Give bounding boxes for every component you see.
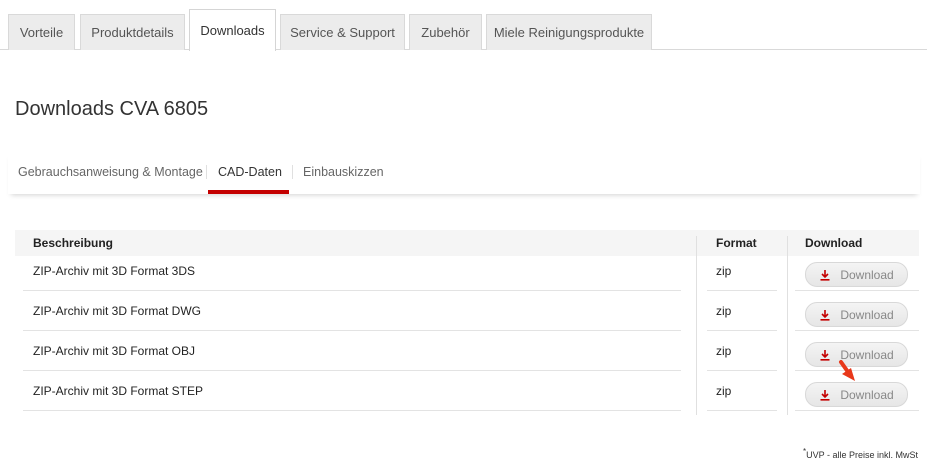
row-divider — [23, 410, 681, 411]
row-description: ZIP-Archiv mit 3D Format OBJ — [33, 344, 196, 358]
subtab-einbauskizzen[interactable]: Einbauskizzen — [303, 152, 384, 192]
row-divider — [707, 330, 777, 331]
active-subtab-indicator — [208, 190, 289, 194]
subtab-label: Gebrauchsanweisung & Montage — [18, 165, 203, 179]
row-format: zip — [716, 304, 732, 318]
header-download: Download — [805, 236, 863, 250]
row-divider — [795, 290, 919, 291]
row-divider — [707, 410, 777, 411]
download-category-tabs: Gebrauchsanweisung & Montage CAD-Daten E… — [8, 152, 920, 194]
download-button-label: Download — [840, 307, 894, 322]
tab-service-support[interactable]: Service & Support — [280, 14, 405, 50]
tab-downloads[interactable]: Downloads — [189, 9, 276, 51]
subtab-divider — [206, 165, 207, 179]
row-divider — [23, 330, 681, 331]
row-divider — [795, 410, 919, 411]
download-button[interactable]: Download — [805, 262, 908, 287]
header-format: Format — [716, 236, 757, 250]
tab-label: Produktdetails — [91, 25, 174, 40]
row-divider — [707, 370, 777, 371]
subtab-label: Einbauskizzen — [303, 165, 384, 179]
page-title: Downloads CVA 6805 — [15, 98, 209, 120]
subtab-divider — [292, 165, 293, 179]
download-button-label: Download — [840, 267, 894, 282]
tab-label: Vorteile — [19, 25, 64, 40]
tab-vorteile[interactable]: Vorteile — [8, 14, 75, 50]
tab-label: Downloads — [200, 23, 265, 38]
row-format: zip — [716, 384, 732, 398]
download-icon — [820, 349, 830, 361]
product-tab-bar: Vorteile Produktdetails Downloads Servic… — [0, 0, 927, 51]
subtab-gebrauchsanweisung[interactable]: Gebrauchsanweisung & Montage — [18, 152, 203, 192]
row-description: ZIP-Archiv mit 3D Format DWG — [33, 304, 202, 318]
row-description: ZIP-Archiv mit 3D Format 3DS — [33, 264, 196, 278]
row-divider — [23, 290, 681, 291]
download-icon — [820, 269, 830, 281]
tab-zubehoer[interactable]: Zubehör — [409, 14, 482, 50]
download-icon — [820, 389, 830, 401]
tab-label: Miele Reinigungsprodukte — [493, 25, 645, 40]
row-format: zip — [716, 264, 732, 278]
tab-label: Service & Support — [290, 25, 395, 40]
header-description: Beschreibung — [33, 236, 114, 250]
subtab-label: CAD-Daten — [218, 165, 282, 179]
price-footnote: *UVP - alle Preise inkl. MwSt — [803, 447, 918, 460]
download-icon — [820, 309, 830, 321]
footnote-text: UVP - alle Preise inkl. MwSt — [806, 450, 918, 460]
download-button-label: Download — [840, 387, 894, 402]
row-divider — [707, 290, 777, 291]
table-header: Beschreibung Format Download — [15, 230, 919, 256]
pointer-arrow-icon — [839, 360, 855, 381]
tab-miele-reinigungsprodukte[interactable]: Miele Reinigungsprodukte — [486, 14, 652, 50]
download-button[interactable]: Download — [805, 302, 908, 327]
tab-label: Zubehör — [421, 25, 470, 40]
row-format: zip — [716, 344, 732, 358]
row-description: ZIP-Archiv mit 3D Format STEP — [33, 384, 204, 398]
subtab-cad-daten[interactable]: CAD-Daten — [218, 152, 282, 192]
row-divider — [795, 330, 919, 331]
tab-produktdetails[interactable]: Produktdetails — [80, 14, 185, 50]
row-divider — [23, 370, 681, 371]
